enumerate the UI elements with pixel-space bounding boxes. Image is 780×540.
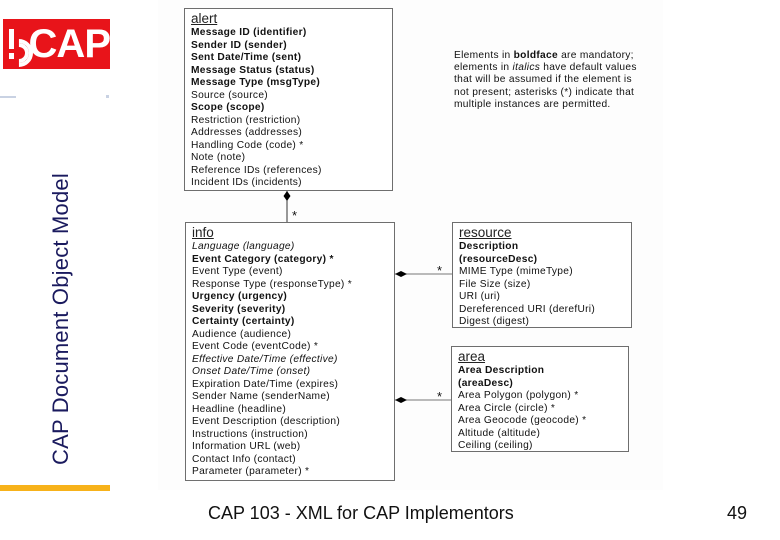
area-attribute: Area Polygon (polygon) *: [458, 390, 579, 401]
resource-attribute: Description: [459, 241, 519, 252]
info-attribute: Event Type (event): [192, 266, 283, 277]
alert-attribute: Sent Date/Time (sent): [191, 52, 302, 63]
alert-attribute: Incident IDs (incidents): [191, 177, 302, 188]
area-attribute: Area Circle (circle) *: [458, 402, 556, 414]
alert-attribute: Scope (scope): [191, 102, 265, 113]
logo-text: CAP: [28, 22, 111, 66]
resource-attribute: URI (uri): [459, 291, 501, 302]
alert-attribute: Source (source): [191, 89, 268, 101]
divider: [0, 96, 16, 98]
info-attribute: Contact Info (contact): [192, 453, 296, 465]
alert-broadcast-icon: [0, 19, 39, 73]
slide-title: CAP Document Object Model: [48, 173, 73, 465]
info-attribute: Onset Date/Time (onset): [192, 366, 311, 377]
alert-attribute: Sender ID (sender): [191, 39, 287, 51]
info-attribute: Expiration Date/Time (expires): [192, 378, 339, 390]
area-attribute: Ceiling (ceiling): [458, 440, 533, 451]
info-attribute: Event Category (category) *: [192, 253, 334, 265]
class-title: area: [458, 349, 486, 364]
area-attribute: Area Description: [458, 365, 545, 376]
resource-class-box: resource Description (resourceDesc) MIME T…: [452, 222, 632, 328]
class-title: alert: [191, 11, 218, 26]
alert-attribute: Note (note): [191, 152, 246, 163]
area-class-box: area Area Description (areaDesc) Area Poly…: [451, 346, 629, 452]
info-attribute: Severity (severity): [192, 303, 286, 315]
legend-note: Elements in boldface are mandatory; elem…: [454, 50, 637, 110]
info-attribute: Audience (audience): [192, 328, 292, 340]
alert-attribute: Message Type (msgType): [191, 77, 321, 88]
area-attribute: (areaDesc): [458, 377, 514, 389]
resource-attribute: File Size (size): [459, 278, 531, 290]
alert-attribute: Message ID (identifier): [191, 27, 307, 38]
class-title: info: [192, 225, 214, 240]
info-attribute: Event Code (eventCode) *: [192, 341, 319, 352]
info-attribute: Instructions (instruction): [192, 428, 308, 440]
resource-attribute: Digest (digest): [459, 316, 530, 327]
info-attribute: Headline (headline): [192, 403, 287, 415]
resource-attribute: MIME Type (mimeType): [459, 266, 573, 277]
note-bold-word: boldface: [513, 50, 558, 61]
info-attribute: Sender Name (senderName): [192, 391, 330, 402]
area-attribute: Altitude (altitude): [458, 427, 541, 439]
info-attribute: Event Description (description): [192, 416, 341, 427]
class-title: resource: [459, 225, 512, 240]
info-attribute: Language (language): [192, 241, 295, 252]
note-italic-word: italics: [512, 62, 541, 74]
divider: [106, 95, 109, 98]
info-attribute: Effective Date/Time (effective): [192, 353, 338, 365]
info-attribute: Parameter (parameter) *: [192, 466, 310, 477]
info-attribute: Certainty (certainty): [192, 316, 295, 327]
alert-attribute: Addresses (addresses): [191, 127, 303, 138]
footer-text: CAP 103 - XML for CAP Implementors: [208, 503, 514, 523]
alert-class-box: alert Message ID (identifier) Sender ID (…: [184, 8, 393, 191]
info-attribute: Information URL (web): [192, 441, 301, 452]
alert-attribute: Handling Code (code) *: [191, 139, 304, 151]
alert-attribute: Restriction (restriction): [191, 114, 301, 126]
info-attribute: Urgency (urgency): [192, 291, 288, 302]
alert-attribute: Reference IDs (references): [191, 164, 322, 176]
info-class-box: info Language (language) Event Category (…: [185, 222, 395, 481]
resource-attribute: Dereferenced URI (derefUri): [459, 303, 596, 315]
cap-logo: CAP: [0, 19, 111, 73]
alert-attribute: Message Status (status): [191, 64, 315, 76]
area-attribute: Area Geocode (geocode) *: [458, 415, 587, 426]
page-number: 49: [727, 503, 748, 523]
accent-bar: [0, 485, 110, 491]
resource-attribute: (resourceDesc): [459, 253, 538, 265]
info-attribute: Response Type (responseType) *: [192, 278, 353, 290]
